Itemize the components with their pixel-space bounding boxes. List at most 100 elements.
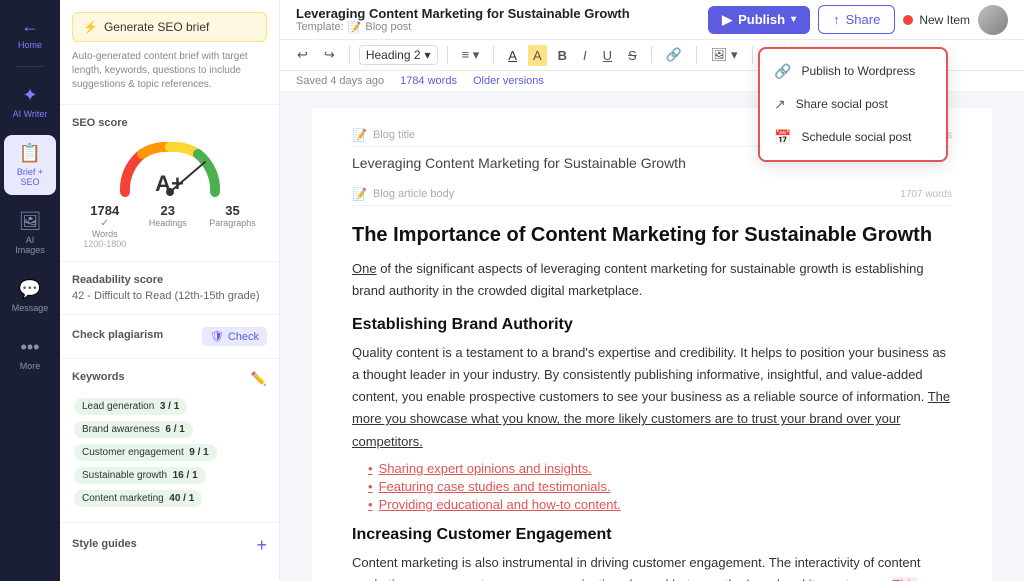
section2-para1: Content marketing is also instrumental i… [352, 552, 952, 581]
keywords-header: Keywords ✏️ [72, 371, 267, 387]
toolbar-separator [651, 46, 652, 64]
keyword-tag[interactable]: Lead generation 3 / 1 [74, 398, 187, 415]
ai-writer-icon: ✦ [22, 85, 37, 106]
underline-button[interactable]: U [598, 45, 617, 66]
seo-brief-description: Auto-generated content brief with target… [72, 50, 267, 92]
blog-title-icon: 📝 [352, 128, 367, 142]
check-plagiarism-button[interactable]: 🛡 Check [202, 327, 267, 346]
nav-brief-seo[interactable]: 📋 Brief + SEO [4, 135, 56, 195]
schedule-social-item[interactable]: 📅 Schedule social post [760, 121, 946, 154]
text-color-button[interactable]: A [503, 45, 522, 66]
lightning-icon: ⚡ [83, 20, 98, 34]
highlight-button[interactable]: A [528, 45, 547, 66]
seo-grade: A+ [155, 171, 184, 197]
style-guides-section: Style guides + [60, 523, 279, 568]
keyword-tag[interactable]: Brand awareness 6 / 1 [74, 421, 193, 438]
publish-dropdown: 🔗 Publish to Wordpress ↗ Share social po… [758, 47, 948, 162]
generate-seo-brief-button[interactable]: ⚡ Generate SEO brief [72, 12, 267, 42]
toolbar-separator [752, 46, 753, 64]
older-versions-link[interactable]: Older versions [473, 75, 544, 87]
share-upload-icon: ↑ [833, 12, 840, 27]
seo-panel: ⚡ Generate SEO brief Auto-generated cont… [60, 0, 280, 581]
plagiarism-section: Check plagiarism 🛡 Check [60, 315, 279, 359]
word-count: 1784 words [400, 75, 457, 87]
wordpress-icon: 🔗 [774, 63, 791, 80]
keyword-tag[interactable]: Sustainable growth 16 / 1 [74, 467, 206, 484]
bullet-item: • Providing educational and how-to conte… [368, 497, 952, 512]
keyword-tag[interactable]: Customer engagement 9 / 1 [74, 444, 217, 461]
paragraphs-stat: 35 Paragraphs [209, 203, 256, 249]
blog-post-icon: 📝 [348, 21, 362, 34]
publish-arrow-icon: ▶ [722, 12, 732, 28]
nav-more[interactable]: ••• More [4, 329, 56, 379]
document-title: Leveraging Content Marketing for Sustain… [296, 6, 630, 21]
nav-divider [15, 66, 45, 67]
ai-images-icon: 🖼 [19, 211, 42, 232]
top-bar-actions: ▶ Publish ▾ 🔗 Publish to Wordpress ↗ Sha… [708, 5, 1008, 35]
link-button[interactable]: 🔗 [661, 44, 687, 66]
nav-message[interactable]: 💬 Message [4, 271, 56, 321]
section1-bullets: • Sharing expert opinions and insights. … [352, 461, 952, 512]
share-icon: ↗ [774, 96, 786, 113]
italic-button[interactable]: I [578, 45, 592, 66]
readability-section: Readability score 42 - Difficult to Read… [60, 262, 279, 315]
nav-home[interactable]: ← Home [4, 10, 56, 56]
red-dot-icon [903, 15, 913, 25]
nav-ai-writer[interactable]: ✦ AI Writer [4, 77, 56, 127]
share-social-item[interactable]: ↗ Share social post [760, 88, 946, 121]
heading-selector[interactable]: Heading 2 ▾ [359, 45, 438, 65]
intro-paragraph: One of the significant aspects of levera… [352, 258, 952, 302]
words-stat: 1784 ✓ Words 1200-1800 [83, 203, 126, 249]
image-button[interactable]: 🖼 ▾ [706, 44, 743, 66]
redo-button[interactable]: ↪ [319, 44, 340, 66]
publish-chevron-icon: ▾ [791, 14, 796, 25]
bold-button[interactable]: B [553, 45, 572, 66]
strikethrough-button[interactable]: S [623, 45, 642, 66]
keywords-list: Lead generation 3 / 1 Brand awareness 6 … [72, 395, 267, 510]
align-button[interactable]: ≡ ▾ [457, 44, 485, 66]
toolbar-separator [349, 46, 350, 64]
undo-button[interactable]: ↩ [292, 44, 313, 66]
publish-button[interactable]: ▶ Publish ▾ [708, 6, 810, 34]
seo-score-section: SEO score A+ [60, 105, 279, 262]
section1-para1: Quality content is a testament to a bran… [352, 342, 952, 452]
headings-stat: 23 Headings [149, 203, 187, 249]
keyword-tag[interactable]: Content marketing 40 / 1 [74, 490, 202, 507]
shield-icon: 🛡 [210, 330, 224, 343]
top-bar: Leveraging Content Marketing for Sustain… [280, 0, 1024, 40]
seo-header: ⚡ Generate SEO brief Auto-generated cont… [60, 0, 279, 105]
seo-gauge: A+ [72, 137, 267, 197]
share-button[interactable]: ↑ Share [818, 5, 895, 34]
bullet-item: • Sharing expert opinions and insights. [368, 461, 952, 476]
chevron-down-icon: ▾ [425, 48, 431, 62]
main-heading[interactable]: The Importance of Content Marketing for … [352, 222, 952, 248]
message-icon: 💬 [19, 279, 41, 300]
add-style-guide-icon[interactable]: + [256, 535, 267, 556]
toolbar-separator [493, 46, 494, 64]
keywords-section: Keywords ✏️ Lead generation 3 / 1 Brand … [60, 359, 279, 523]
section1-heading[interactable]: Establishing Brand Authority [352, 316, 952, 334]
more-icon: ••• [21, 337, 40, 358]
article-body-label: 📝 Blog article body 1707 words [352, 187, 952, 206]
calendar-icon: 📅 [774, 129, 791, 146]
saved-status: Saved 4 days ago [296, 75, 384, 87]
brief-seo-icon: 📋 [19, 143, 41, 164]
toolbar-separator [447, 46, 448, 64]
left-navigation: ← Home ✦ AI Writer 📋 Brief + SEO 🖼 AI Im… [0, 0, 60, 581]
toolbar-separator [696, 46, 697, 64]
editor-area[interactable]: 📝 Blog title 6 words Leveraging Content … [280, 92, 1024, 581]
article-body-icon: 📝 [352, 187, 367, 201]
seo-stats: 1784 ✓ Words 1200-1800 23 Headings 35 Pa… [72, 203, 267, 249]
main-content: Leveraging Content Marketing for Sustain… [280, 0, 1024, 581]
document-info: Leveraging Content Marketing for Sustain… [296, 6, 630, 34]
article-body-block: 📝 Blog article body 1707 words The Impor… [352, 187, 952, 581]
section2-heading[interactable]: Increasing Customer Engagement [352, 526, 952, 544]
readability-score: 42 - Difficult to Read (12th-15th grade) [72, 290, 267, 302]
user-avatar[interactable] [978, 5, 1008, 35]
document-template: Template: 📝 Blog post [296, 21, 630, 34]
seo-score-title: SEO score [72, 117, 267, 129]
publish-wordpress-item[interactable]: 🔗 Publish to Wordpress [760, 55, 946, 88]
nav-ai-images[interactable]: 🖼 AI Images [4, 203, 56, 263]
new-item-badge: New Item [903, 13, 970, 27]
edit-keywords-icon[interactable]: ✏️ [251, 371, 267, 387]
